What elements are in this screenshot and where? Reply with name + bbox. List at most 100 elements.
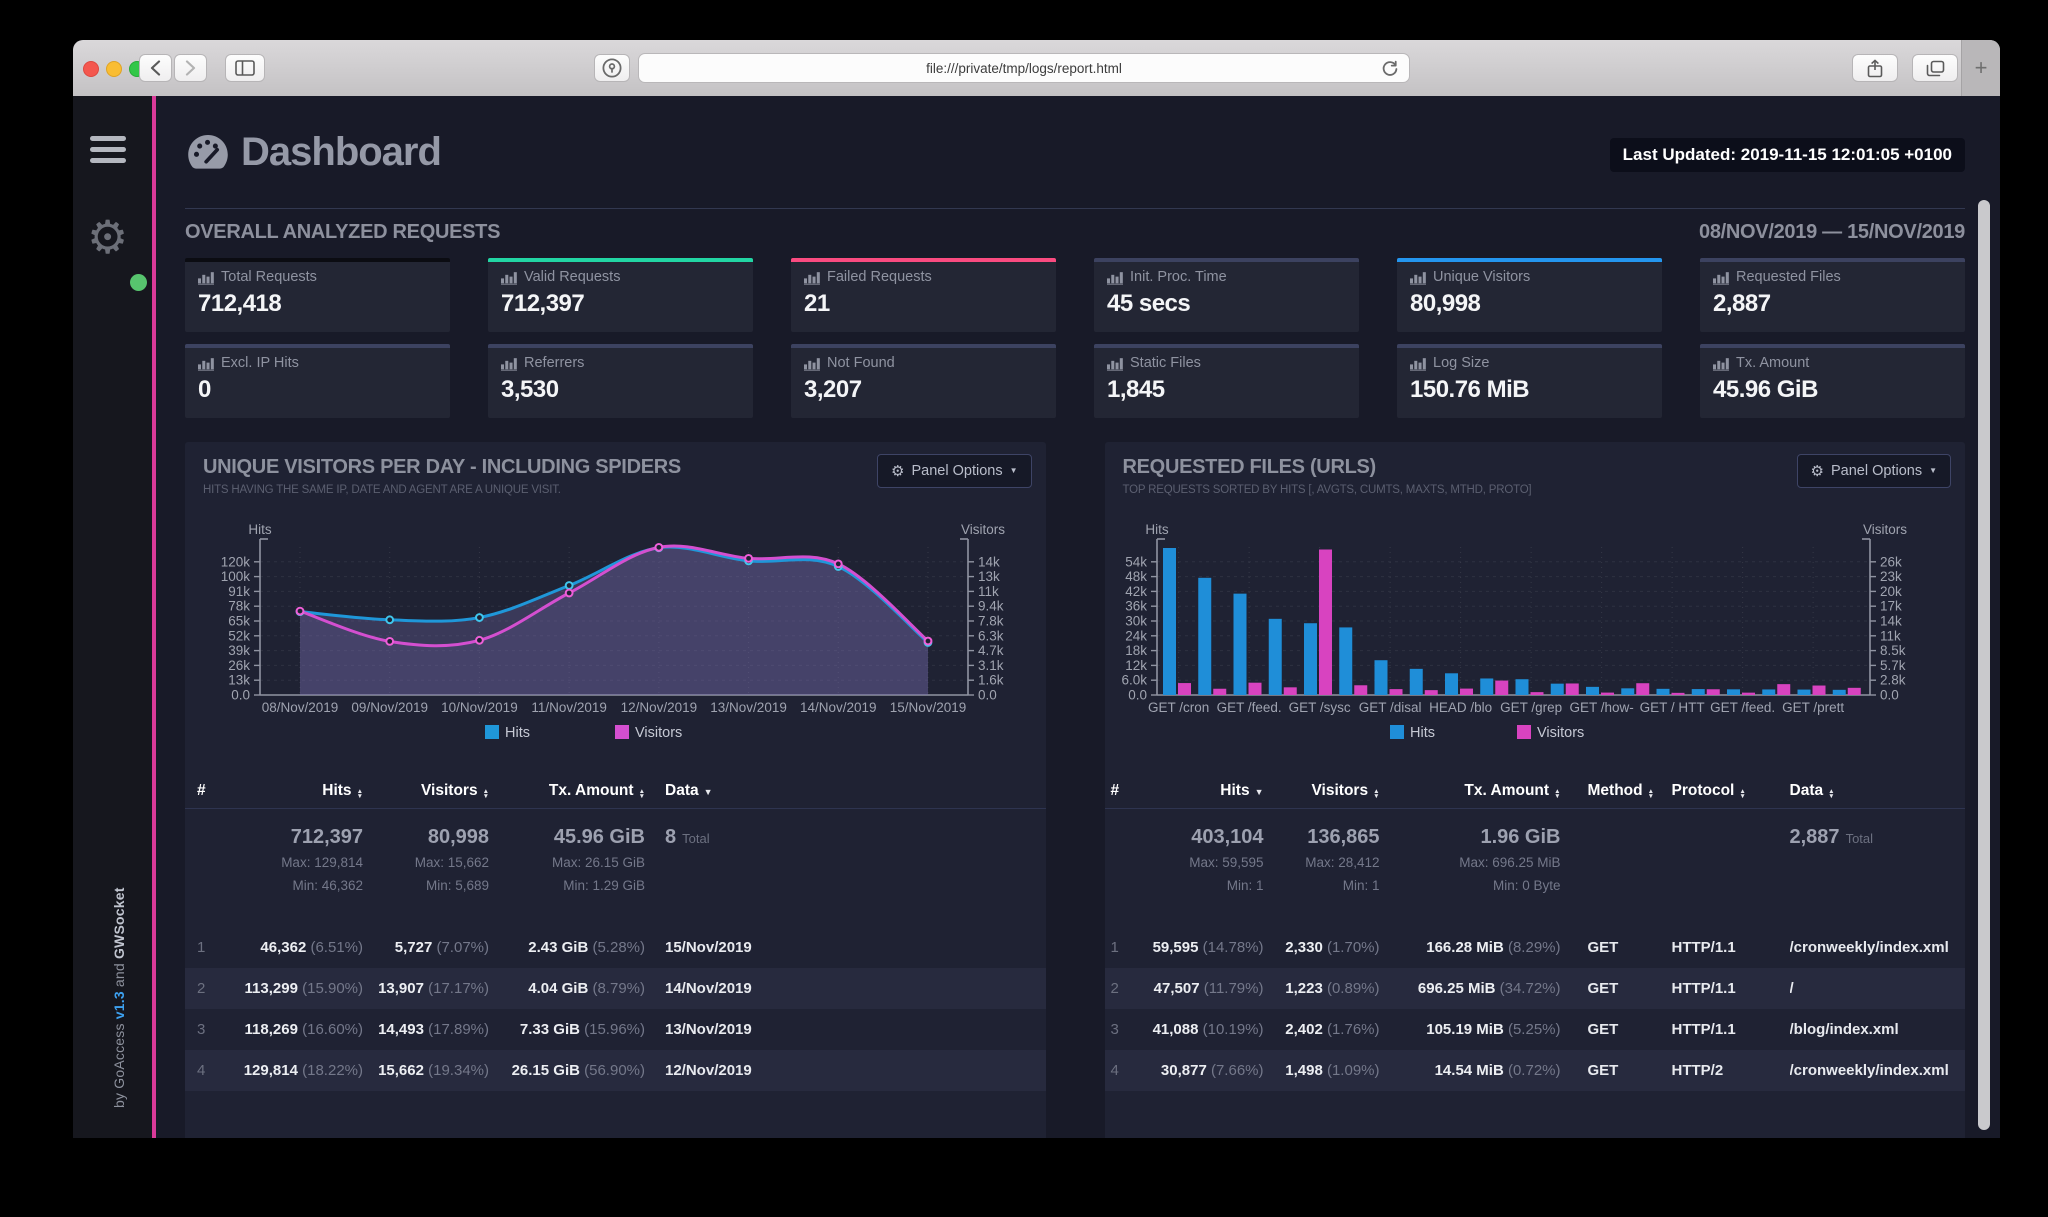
summary-max: Max: 15,662 xyxy=(414,855,489,870)
svg-text:Visitors: Visitors xyxy=(1862,522,1906,537)
version-link[interactable]: v1.3 xyxy=(111,991,127,1019)
svg-text:GET /how-: GET /how- xyxy=(1569,700,1633,715)
summary-min: Min: 46,362 xyxy=(292,878,363,893)
vertical-scrollbar[interactable] xyxy=(1978,200,1990,1130)
new-tab-button[interactable]: + xyxy=(1961,40,2000,96)
card-value: 1,845 xyxy=(1107,376,1165,403)
url-address-bar[interactable]: file:///private/tmp/logs/report.html xyxy=(638,53,1410,83)
reload-button[interactable] xyxy=(1380,59,1400,79)
table-row[interactable]: 4 30,877 (7.66%) 1,498 (1.09%) 14.54 MiB (0… xyxy=(1104,1050,1965,1091)
svg-text:GET /sysc: GET /sysc xyxy=(1288,700,1350,715)
svg-text:GET / HTT: GET / HTT xyxy=(1639,700,1704,715)
bar-chart-icon xyxy=(804,357,820,371)
svg-text:30k: 30k xyxy=(1125,614,1147,629)
svg-text:54k: 54k xyxy=(1125,554,1147,569)
metric-card-failed-requests: Failed Requests 21 xyxy=(791,258,1056,332)
hamburger-icon xyxy=(90,136,126,141)
share-button[interactable] xyxy=(1852,54,1898,82)
svg-text:Visitors: Visitors xyxy=(1537,725,1584,741)
bar-chart-icon xyxy=(198,271,214,285)
card-value: 712,418 xyxy=(198,290,282,317)
column-header-method[interactable]: Method ▲ ▼ xyxy=(1561,782,1672,800)
column-header-protocol[interactable]: Protocol ▲ ▼ xyxy=(1672,782,1790,800)
bar-chart-icon xyxy=(1410,271,1426,285)
svg-text:12k: 12k xyxy=(1125,658,1147,673)
column-header-data[interactable]: Data ▲ ▼ xyxy=(1790,782,1966,800)
date-range: 08/NOV/2019 — 15/NOV/2019 xyxy=(1699,221,1965,243)
card-value: 3,530 xyxy=(501,376,559,403)
metric-card-unique-visitors: Unique Visitors 80,998 xyxy=(1397,258,1662,332)
sidebar-toggle-button[interactable] xyxy=(225,54,265,82)
summary-max: Max: 59,595 xyxy=(1189,855,1264,870)
metric-card-total-requests: Total Requests 712,418 xyxy=(185,258,450,332)
tabs-icon xyxy=(1926,60,1944,76)
column-header-visitors[interactable]: Visitors ▲ ▼ xyxy=(363,782,489,800)
card-value: 150.76 MiB xyxy=(1410,376,1530,403)
card-accent-bar xyxy=(185,344,450,348)
card-value: 21 xyxy=(804,290,830,317)
table-row[interactable]: 3 118,269 (16.60%) 14,493 (17.89%) 7.33 GiB… xyxy=(185,1009,1046,1050)
svg-text:12/Nov/2019: 12/Nov/2019 xyxy=(621,700,698,715)
svg-text:13k: 13k xyxy=(978,569,1000,584)
svg-text:08/Nov/2019: 08/Nov/2019 xyxy=(262,700,339,715)
svg-text:1.6k: 1.6k xyxy=(978,673,1004,688)
close-window-button[interactable] xyxy=(83,61,99,77)
metric-card-valid-requests: Valid Requests 712,397 xyxy=(488,258,753,332)
card-value: 80,998 xyxy=(1410,290,1481,317)
total-label: Total xyxy=(682,830,710,846)
column-header-tx-amount[interactable]: Tx. Amount ▲ ▼ xyxy=(1380,782,1560,800)
column-header--: # xyxy=(1110,782,1120,799)
column-header-hits[interactable]: Hits ▲ ▼ xyxy=(215,782,363,800)
metric-card-tx-amount: Tx. Amount 45.96 GiB xyxy=(1700,344,1965,418)
column-header-tx-amount[interactable]: Tx. Amount ▲ ▼ xyxy=(489,782,645,800)
panel-options-button[interactable]: ⚙ Panel Options ▼ xyxy=(877,454,1032,488)
card-value: 45 secs xyxy=(1107,290,1191,317)
metric-card-requested-files: Requested Files 2,887 xyxy=(1700,258,1965,332)
svg-text:20k: 20k xyxy=(1880,584,1902,599)
back-button[interactable] xyxy=(139,54,172,82)
column-header-hits[interactable]: Hits ▼ xyxy=(1131,782,1263,800)
gwsocket-link[interactable]: GWSocket xyxy=(111,887,127,959)
table-body: 1 46,362 (6.51%) 5,727 (7.07%) 2.43 GiB (5.… xyxy=(185,927,1046,1091)
svg-text:5.7k: 5.7k xyxy=(1880,658,1906,673)
svg-text:14k: 14k xyxy=(978,554,1000,569)
table-row[interactable]: 4 129,814 (18.22%) 15,662 (19.34%) 26.15 Gi… xyxy=(185,1050,1046,1091)
menu-toggle-button[interactable] xyxy=(90,136,126,169)
settings-gear-button[interactable]: ⚙ xyxy=(87,214,128,260)
card-accent-bar xyxy=(1397,344,1662,348)
chevron-right-icon xyxy=(185,60,196,76)
overview-title: OVERALL ANALYZED REQUESTS xyxy=(185,221,501,243)
minimize-window-button[interactable] xyxy=(106,61,122,77)
card-accent-bar xyxy=(1397,258,1662,262)
card-accent-bar xyxy=(1700,258,1965,262)
svg-text:Hits: Hits xyxy=(1410,725,1435,741)
table-row[interactable]: 3 41,088 (10.19%) 2,402 (1.76%) 105.19 MiB … xyxy=(1105,1009,1966,1050)
column-header-visitors[interactable]: Visitors ▲ ▼ xyxy=(1264,782,1379,800)
screenshot-root: file:///private/tmp/logs/report.html + ⚙… xyxy=(0,0,2048,1217)
table-row[interactable]: 2 113,299 (15.90%) 13,907 (17.17%) 4.04 GiB… xyxy=(185,968,1046,1009)
column-header-data[interactable]: Data ▼ xyxy=(645,782,1046,800)
table-row[interactable]: 1 59,595 (14.78%) 2,330 (1.70%) 166.28 MiB … xyxy=(1105,927,1966,968)
forward-button[interactable] xyxy=(174,54,207,82)
sort-icon: ▲ ▼ xyxy=(1828,788,1835,800)
svg-text:3.1k: 3.1k xyxy=(978,658,1004,673)
metric-cards-grid: Total Requests 712,418 Valid Requests 712,3… xyxy=(185,258,1965,418)
table-row[interactable]: 1 46,362 (6.51%) 5,727 (7.07%) 2.43 GiB (5.… xyxy=(185,927,1046,968)
card-label: Failed Requests xyxy=(827,269,932,285)
last-updated-badge: Last Updated: 2019-11-15 12:01:05 +0100 xyxy=(1609,138,1965,172)
svg-text:0.0: 0.0 xyxy=(231,688,250,703)
svg-text:24k: 24k xyxy=(1125,628,1147,643)
password-extension-button[interactable] xyxy=(594,54,630,82)
show-tabs-button[interactable] xyxy=(1912,54,1958,82)
bar-chart-icon xyxy=(1107,271,1123,285)
summary-total: 136,865 xyxy=(1307,825,1380,848)
svg-text:6.3k: 6.3k xyxy=(978,628,1004,643)
svg-text:2.8k: 2.8k xyxy=(1880,673,1906,688)
svg-text:78k: 78k xyxy=(228,599,250,614)
bar-chart-icon xyxy=(501,271,517,285)
table-row[interactable]: 2 47,507 (11.79%) 1,223 (0.89%) 696.25 MiB … xyxy=(1104,968,1965,1009)
panel-options-button[interactable]: ⚙ Panel Options ▼ xyxy=(1796,454,1951,488)
table-summary: 712,397 80,998 45.96 GiB 8 Total Max: 129,814… xyxy=(185,809,1046,909)
svg-text:120k: 120k xyxy=(221,554,251,569)
svg-text:11k: 11k xyxy=(1880,628,1901,643)
